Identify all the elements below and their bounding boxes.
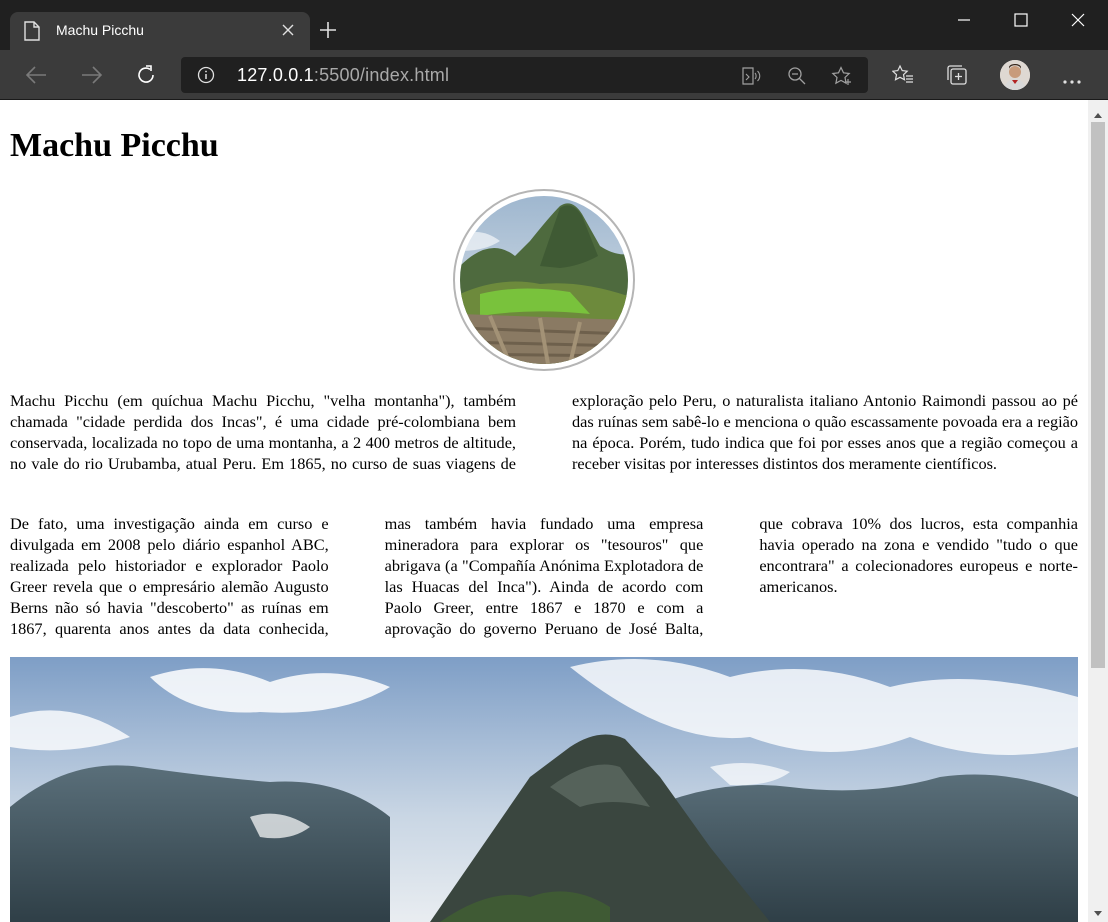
close-tab-icon[interactable] <box>282 23 294 39</box>
landscape-image <box>10 657 1078 922</box>
browser-titlebar: Machu Picchu <box>0 0 1108 50</box>
maximize-icon[interactable] <box>1011 10 1031 30</box>
vertical-scrollbar[interactable] <box>1088 100 1108 922</box>
new-tab-icon[interactable] <box>318 20 338 45</box>
history-paragraph: De fato, uma investigação ainda em curso… <box>10 514 1078 638</box>
machu-picchu-round-image <box>453 189 635 371</box>
browser-toolbar: 127.0.0.1:5500/index.html <box>0 50 1108 100</box>
browser-tab[interactable]: Machu Picchu <box>10 12 310 50</box>
scrollbar-thumb[interactable] <box>1091 122 1105 668</box>
profile-avatar[interactable] <box>1000 60 1030 90</box>
reload-icon[interactable] <box>134 63 158 92</box>
favorites-icon[interactable] <box>891 64 914 91</box>
site-info-icon[interactable] <box>197 66 215 89</box>
intro-paragraph: Machu Picchu (em quíchua Machu Picchu, "… <box>10 391 1078 473</box>
more-options-icon[interactable] <box>1062 72 1082 90</box>
scroll-down-arrow-icon[interactable] <box>1093 905 1103 922</box>
page-viewport: Machu Picchu Machu Picchu (em quíchua Ma… <box>0 100 1108 922</box>
minimize-icon[interactable] <box>954 10 974 30</box>
add-favorite-icon[interactable] <box>831 66 853 91</box>
zoom-out-icon[interactable] <box>787 66 807 91</box>
back-icon[interactable] <box>24 64 48 91</box>
page-title: Machu Picchu <box>10 127 219 164</box>
close-window-icon[interactable] <box>1068 10 1088 30</box>
page-content: Machu Picchu Machu Picchu (em quíchua Ma… <box>0 100 1088 922</box>
forward-icon[interactable] <box>80 64 104 91</box>
document-icon <box>24 21 40 44</box>
read-aloud-icon[interactable] <box>741 66 761 91</box>
url-host: 127.0.0.1 <box>237 65 314 85</box>
url-path: :5500/index.html <box>313 65 450 85</box>
collections-icon[interactable] <box>946 64 968 91</box>
url-text[interactable]: 127.0.0.1:5500/index.html <box>237 65 449 86</box>
address-bar[interactable]: 127.0.0.1:5500/index.html <box>181 57 868 93</box>
tab-title: Machu Picchu <box>56 22 144 38</box>
